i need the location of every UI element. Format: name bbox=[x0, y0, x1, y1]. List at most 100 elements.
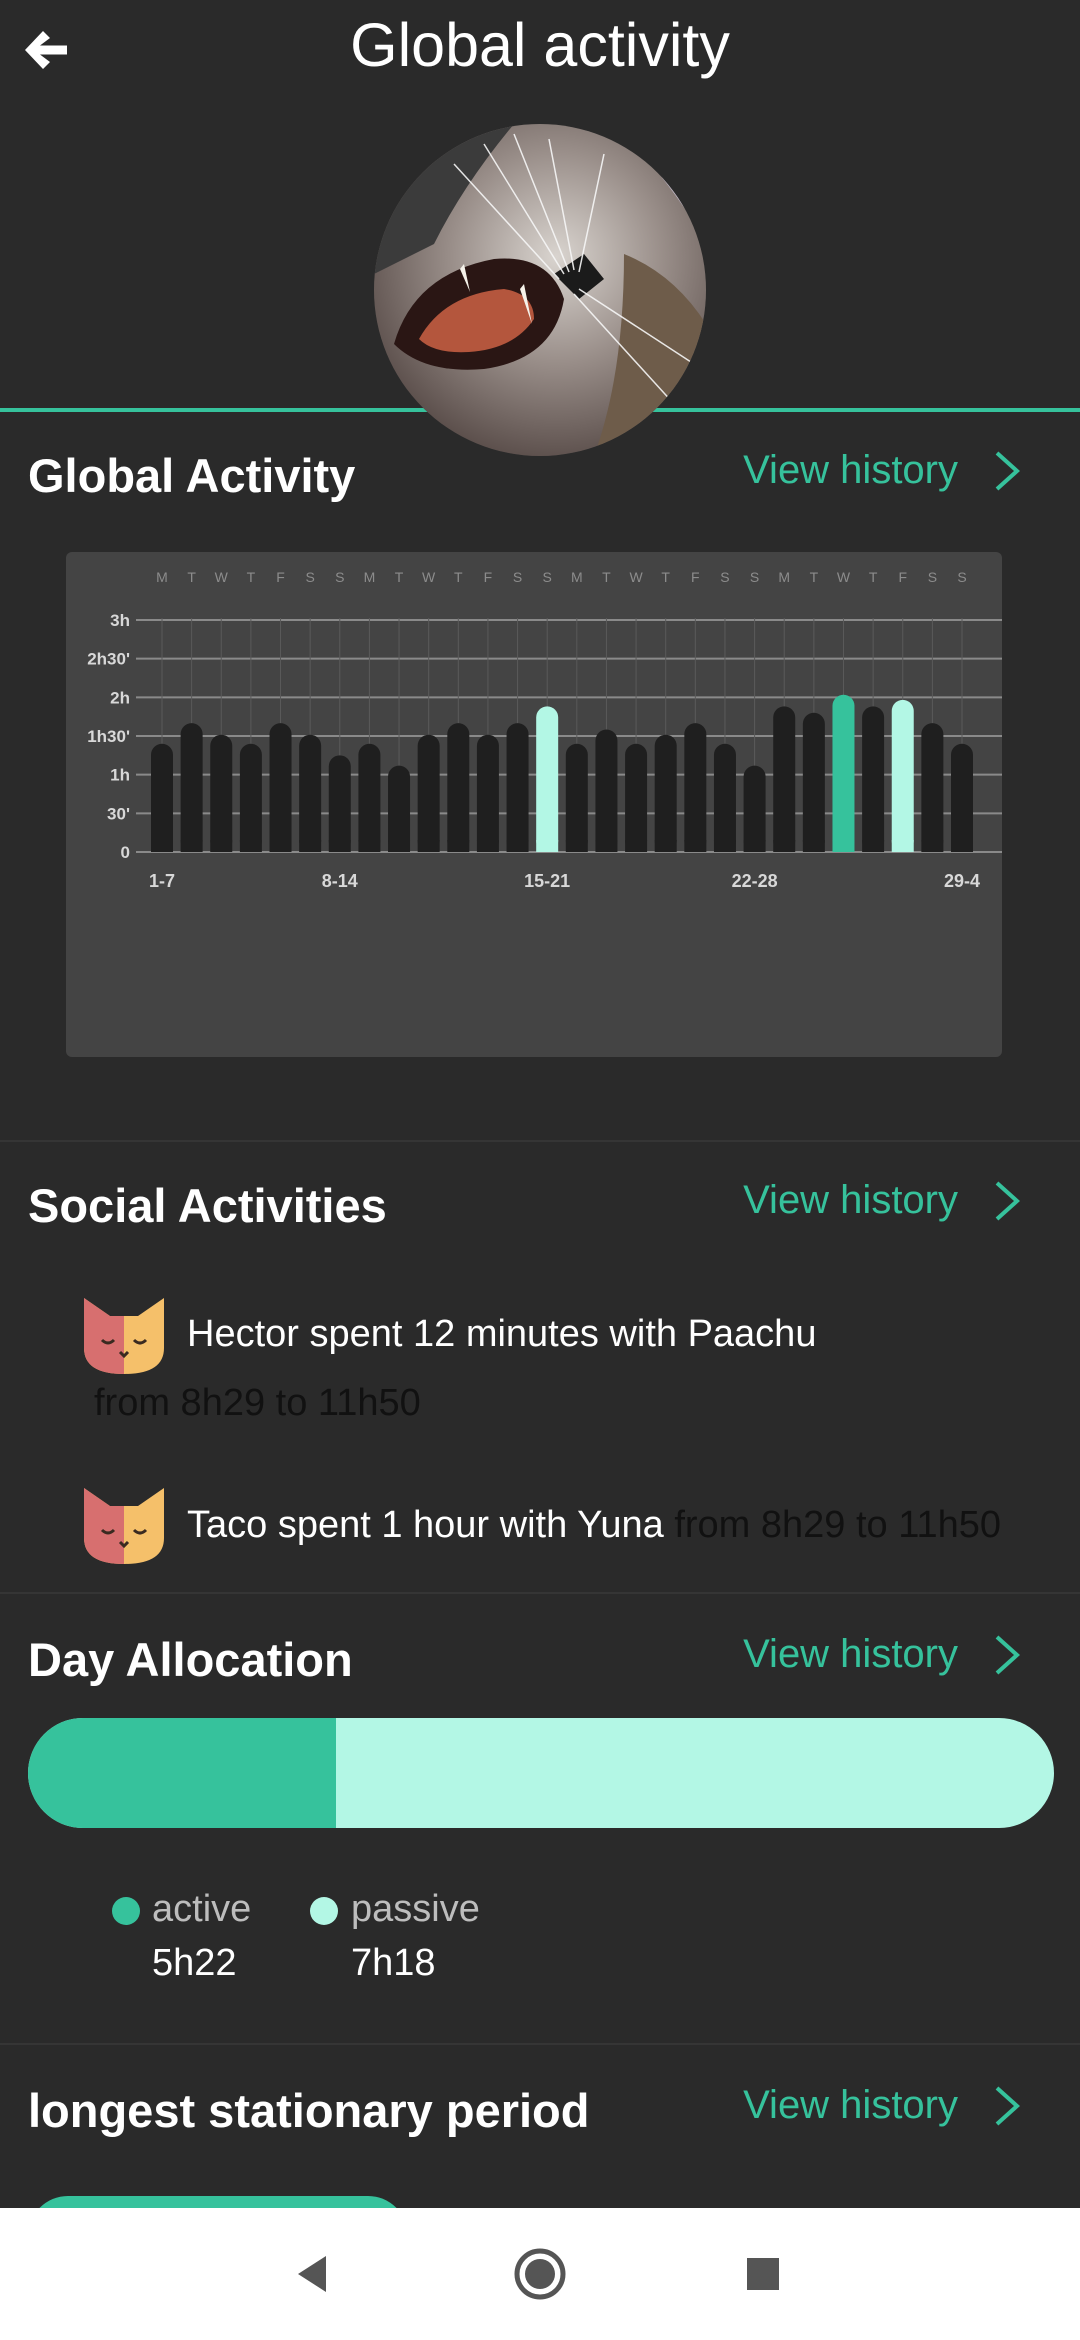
chart-bar-base bbox=[921, 840, 944, 852]
chart-bar bbox=[862, 706, 885, 852]
global-activity-view-history[interactable]: View history bbox=[743, 448, 1022, 493]
chart-bar bbox=[773, 706, 796, 852]
chart-bar bbox=[951, 743, 973, 852]
day-letter-label: T bbox=[187, 569, 196, 585]
view-history-label: View history bbox=[743, 1632, 958, 1676]
view-history-label: View history bbox=[743, 448, 958, 492]
passive-value: 7h18 bbox=[351, 1942, 436, 1984]
nav-back-icon bbox=[298, 2256, 326, 2292]
day-letter-label: W bbox=[837, 569, 851, 585]
activity-chart-svg: 3h2h30'2h1h30'1h30'0M T W T F S S M T W T F S S M T W T F S… bbox=[87, 569, 1002, 891]
chart-bar bbox=[684, 723, 707, 852]
nav-home-button[interactable] bbox=[480, 2208, 600, 2340]
chevron-right-icon bbox=[995, 2086, 1020, 2125]
day-letter-label: T bbox=[869, 569, 878, 585]
day-allocation-title: Day Allocation bbox=[28, 1633, 353, 1686]
chart-bar bbox=[417, 734, 440, 852]
social-item-time: from 8h29 to 11h50 bbox=[674, 1504, 1002, 1546]
nav-back-button[interactable] bbox=[252, 2208, 372, 2340]
allocation-active-fill bbox=[28, 1718, 336, 1828]
social-item-time: from 8h29 to 11h50 bbox=[94, 1382, 421, 1424]
chart-bar bbox=[625, 743, 648, 852]
chart-bar-base bbox=[802, 840, 825, 852]
y-tick-label: 30' bbox=[107, 804, 130, 823]
chart-bar bbox=[299, 734, 322, 852]
day-letter-label: F bbox=[898, 569, 907, 585]
chart-bar-base bbox=[180, 840, 203, 852]
chart-bar bbox=[536, 706, 559, 852]
day-letter-label: T bbox=[661, 569, 670, 585]
chart-bar bbox=[151, 743, 173, 852]
chart-bar-base bbox=[565, 840, 588, 852]
active-label: active bbox=[152, 1888, 252, 1930]
chart-bar-base bbox=[773, 840, 796, 852]
chart-bar-base bbox=[862, 840, 885, 852]
chart-bar bbox=[358, 743, 381, 852]
day-letter-label: F bbox=[691, 569, 700, 585]
day-letter-label: M bbox=[778, 569, 790, 585]
chart-bar bbox=[447, 723, 470, 852]
cat-avatar[interactable] bbox=[374, 124, 706, 456]
y-tick-label: 2h bbox=[110, 688, 130, 707]
chart-bar-base bbox=[328, 840, 351, 852]
chart-bar bbox=[239, 743, 262, 852]
social-item-line: Taco spent 1 hour with Yuna from 8h29 to… bbox=[187, 1504, 1001, 1547]
week-label: 22-28 bbox=[732, 871, 778, 891]
day-letter-label: F bbox=[484, 569, 493, 585]
active-value: 5h22 bbox=[152, 1942, 237, 1984]
chart-bar bbox=[832, 694, 855, 852]
day-letter-label: S bbox=[928, 569, 937, 585]
day-letter-label: T bbox=[454, 569, 463, 585]
cat-face-icon bbox=[84, 1298, 164, 1374]
day-letter-label: S bbox=[720, 569, 729, 585]
chart-bar-base bbox=[684, 840, 707, 852]
day-letter-label: T bbox=[602, 569, 611, 585]
chart-bar-base bbox=[506, 840, 529, 852]
cat-photo bbox=[374, 124, 706, 456]
day-letter-label: T bbox=[395, 569, 404, 585]
week-label: 8-14 bbox=[322, 871, 358, 891]
day-letter-label: T bbox=[247, 569, 256, 585]
chevron-right-icon bbox=[995, 1181, 1020, 1220]
chart-bar bbox=[921, 723, 944, 852]
day-letter-label: S bbox=[957, 569, 966, 585]
chevron-right-icon bbox=[995, 451, 1020, 490]
chart-bar-base bbox=[713, 840, 736, 852]
activity-chart: 3h 2h30' 2h 1h30' 1h 30' 0 M T W T F S S M T W T F S S M T W T F S… bbox=[66, 552, 1002, 1057]
y-tick-label: 3h bbox=[110, 611, 130, 630]
social-activities-title: Social Activities bbox=[28, 1179, 387, 1232]
system-nav-bar bbox=[0, 2208, 1080, 2340]
allocation-view-history[interactable]: View history bbox=[743, 1632, 1022, 1677]
chart-bar bbox=[802, 712, 825, 852]
allocation-bar bbox=[28, 1718, 1054, 1828]
y-tick-label: 2h30' bbox=[87, 650, 130, 669]
day-letter-label: W bbox=[215, 569, 229, 585]
social-view-history[interactable]: View history bbox=[743, 1178, 1022, 1223]
app-header: Global activity bbox=[0, 0, 1080, 456]
chart-bar bbox=[506, 723, 529, 852]
day-letter-label: W bbox=[422, 569, 436, 585]
stationary-view-history[interactable]: View history bbox=[743, 2083, 1022, 2128]
chart-bar bbox=[565, 743, 588, 852]
chart-bar bbox=[476, 734, 499, 852]
week-label: 15-21 bbox=[524, 871, 570, 891]
section-divider bbox=[0, 1592, 1080, 1594]
nav-home-icon bbox=[514, 2248, 566, 2300]
chart-bar bbox=[713, 743, 736, 852]
chart-bar-base bbox=[743, 840, 766, 852]
stationary-title: longest stationary period bbox=[28, 2084, 590, 2137]
nav-recents-icon bbox=[747, 2258, 779, 2290]
chart-bar bbox=[743, 765, 766, 852]
chart-bar bbox=[210, 734, 233, 852]
day-letter-label: M bbox=[571, 569, 583, 585]
chart-bar-base bbox=[891, 840, 914, 852]
day-letter-label: M bbox=[364, 569, 376, 585]
chart-bar-base bbox=[210, 840, 233, 852]
nav-recents-button[interactable] bbox=[703, 2208, 823, 2340]
day-letter-label: S bbox=[543, 569, 552, 585]
chart-bar bbox=[180, 723, 203, 852]
chart-bar bbox=[328, 755, 351, 852]
chart-bar-base bbox=[951, 840, 973, 852]
section-divider bbox=[0, 1140, 1080, 1142]
chart-bar-base bbox=[654, 840, 677, 852]
